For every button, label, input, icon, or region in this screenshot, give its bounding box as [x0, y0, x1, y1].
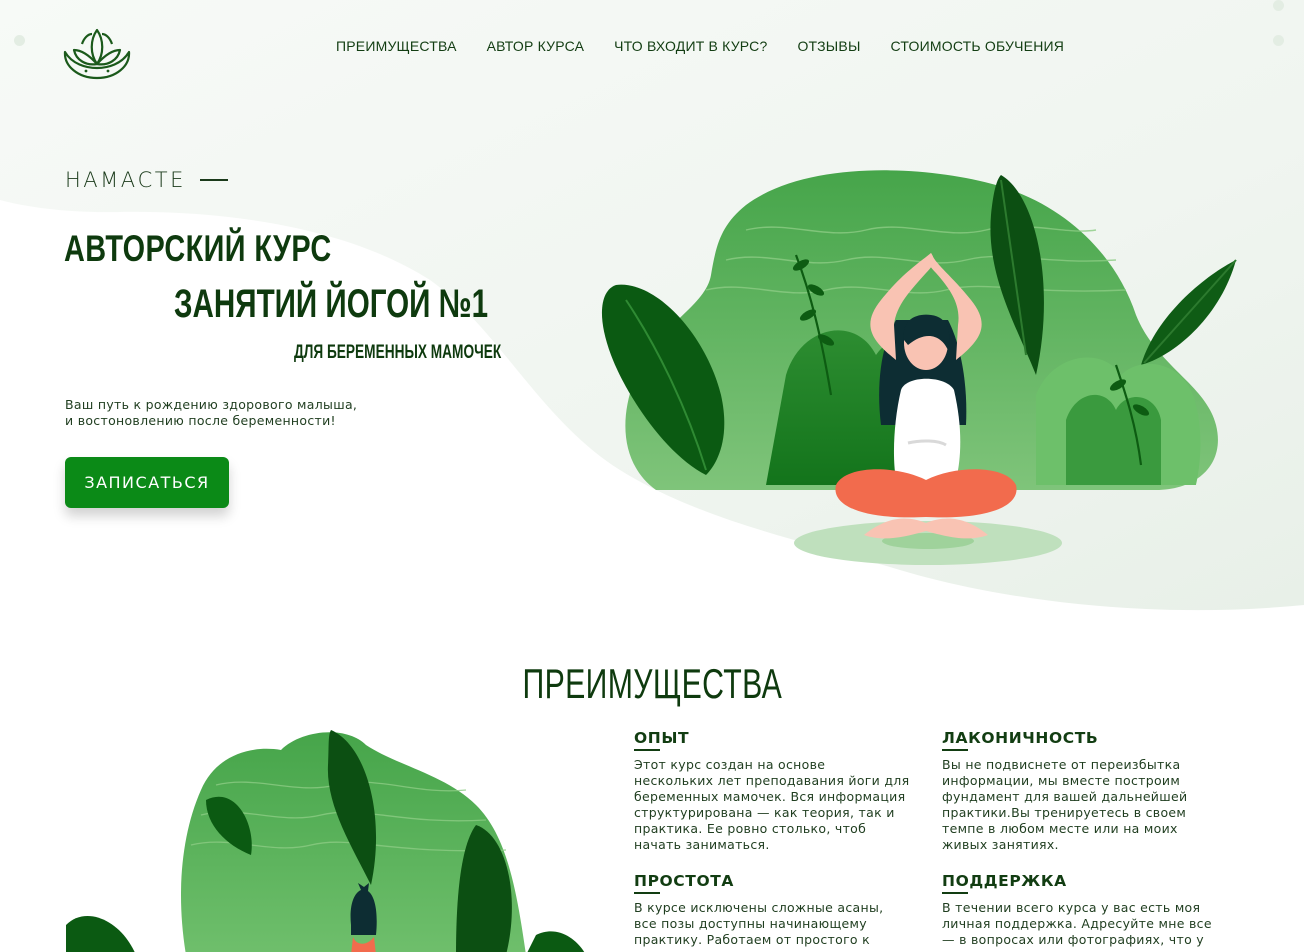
nav-item-author[interactable]: АВТОР КУРСА — [487, 38, 585, 54]
feature-conciseness: ЛАКОНИЧНОСТЬ Вы не подвиснете от переизб… — [942, 729, 1232, 853]
feature-simplicity-text: В курсе исключены сложные асаны, все поз… — [634, 900, 884, 947]
hero-description-line1: Ваш путь к рождению здорового малыша, — [65, 397, 358, 412]
nav-item-advantages[interactable]: ПРЕИМУЩЕСТВА — [336, 38, 457, 54]
eyebrow-dash — [199, 179, 228, 181]
nav-item-reviews[interactable]: ОТЗЫВЫ — [797, 38, 860, 54]
feature-simplicity: ПРОСТОТА В курсе исключены сложные асаны… — [634, 872, 924, 948]
nav-item-course-contents[interactable]: ЧТО ВХОДИТ В КУРС? — [614, 38, 767, 54]
yoga-woman-illustration — [601, 170, 1237, 565]
hero-description: Ваш путь к рождению здорового малыша, и … — [65, 397, 357, 429]
lotus-logo-icon[interactable] — [62, 24, 132, 82]
feature-conciseness-heading: ЛАКОНИЧНОСТЬ — [942, 729, 1099, 751]
feature-experience: ОПЫТ Этот курс создан на основе нескольк… — [634, 729, 924, 853]
signup-button[interactable]: ЗАПИСАТЬСЯ — [65, 457, 229, 508]
feature-support: ПОДДЕРЖКА В течении всего курса у вас ес… — [942, 872, 1232, 948]
feature-support-text: В течении всего курса у вас есть моя лич… — [942, 900, 1212, 947]
feature-experience-text: Этот курс создан на основе нескольких ле… — [634, 757, 910, 852]
feature-support-heading: ПОДДЕРЖКА — [942, 872, 1067, 894]
advantages-section-title: ПРЕИМУЩЕСТВА — [0, 660, 1304, 708]
hero-eyebrow-text: НАМАСТЕ — [65, 168, 186, 192]
landing-page: ПРЕИМУЩЕСТВА АВТОР КУРСА ЧТО ВХОДИТ В КУ… — [0, 0, 1304, 952]
main-navigation: ПРЕИМУЩЕСТВА АВТОР КУРСА ЧТО ВХОДИТ В КУ… — [336, 38, 1094, 54]
hero-description-line2: и востоновлению после беременности! — [65, 413, 336, 428]
hero-subtitle: ДЛЯ БЕРЕМЕННЫХ МАМОЧЕК — [294, 342, 502, 363]
hero-title-line1: АВТОРСКИЙ КУРС — [64, 228, 332, 269]
hero-title-line2: ЗАНЯТИЙ ЙОГОЙ №1 — [174, 282, 489, 326]
advantages-title-text: ПРЕИМУЩЕСТВА — [522, 660, 782, 707]
nav-item-pricing[interactable]: СТОИМОСТЬ ОБУЧЕНИЯ — [891, 38, 1065, 54]
advantages-illustration — [66, 730, 585, 952]
feature-simplicity-heading: ПРОСТОТА — [634, 872, 735, 894]
feature-experience-heading: ОПЫТ — [634, 729, 690, 751]
feature-conciseness-text: Вы не подвиснете от переизбытка информац… — [942, 757, 1188, 852]
hero-eyebrow: НАМАСТЕ — [65, 168, 228, 192]
